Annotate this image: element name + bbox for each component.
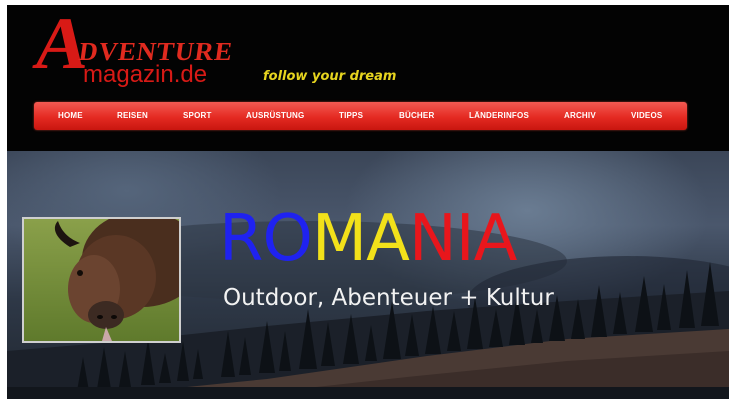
bison-photo: [22, 217, 181, 343]
site-logo[interactable]: A DVENTURE magazin.de: [29, 5, 285, 95]
site-tagline: follow your dream: [263, 69, 397, 84]
nav-item-reisen[interactable]: REISEN: [117, 111, 148, 120]
nav-item-archiv[interactable]: ARCHIV: [564, 111, 596, 120]
nav-item-home[interactable]: HOME: [58, 111, 83, 120]
logo-domain: magazin.de: [83, 61, 208, 88]
page-frame: A DVENTURE magazin.de follow your dream …: [7, 5, 729, 399]
hero-title-part-2: MA: [311, 202, 410, 276]
nav-item-sport[interactable]: SPORT: [183, 111, 212, 120]
main-navigation: HOME REISEN SPORT AUSRÜSTUNG TIPPS BÜCHE…: [34, 102, 687, 130]
nav-item-buecher[interactable]: BÜCHER: [399, 111, 434, 120]
hero-title-part-3: NIA: [408, 202, 518, 276]
site-header: A DVENTURE magazin.de follow your dream …: [7, 5, 729, 151]
bison-image: [24, 219, 179, 341]
hero-banner: ROMANIA Outdoor, Abenteuer + Kultur: [7, 151, 729, 399]
nav-item-ausruestung[interactable]: AUSRÜSTUNG: [246, 111, 304, 120]
hero-subtitle: Outdoor, Abenteuer + Kultur: [223, 285, 554, 311]
nav-item-videos[interactable]: VIDEOS: [631, 111, 662, 120]
nav-item-tipps[interactable]: TIPPS: [339, 111, 363, 120]
hero-title-part-1: RO: [219, 202, 313, 276]
hero-title: ROMANIA: [219, 207, 517, 271]
nav-item-laenderinfos[interactable]: LÄNDERINFOS: [469, 111, 529, 120]
